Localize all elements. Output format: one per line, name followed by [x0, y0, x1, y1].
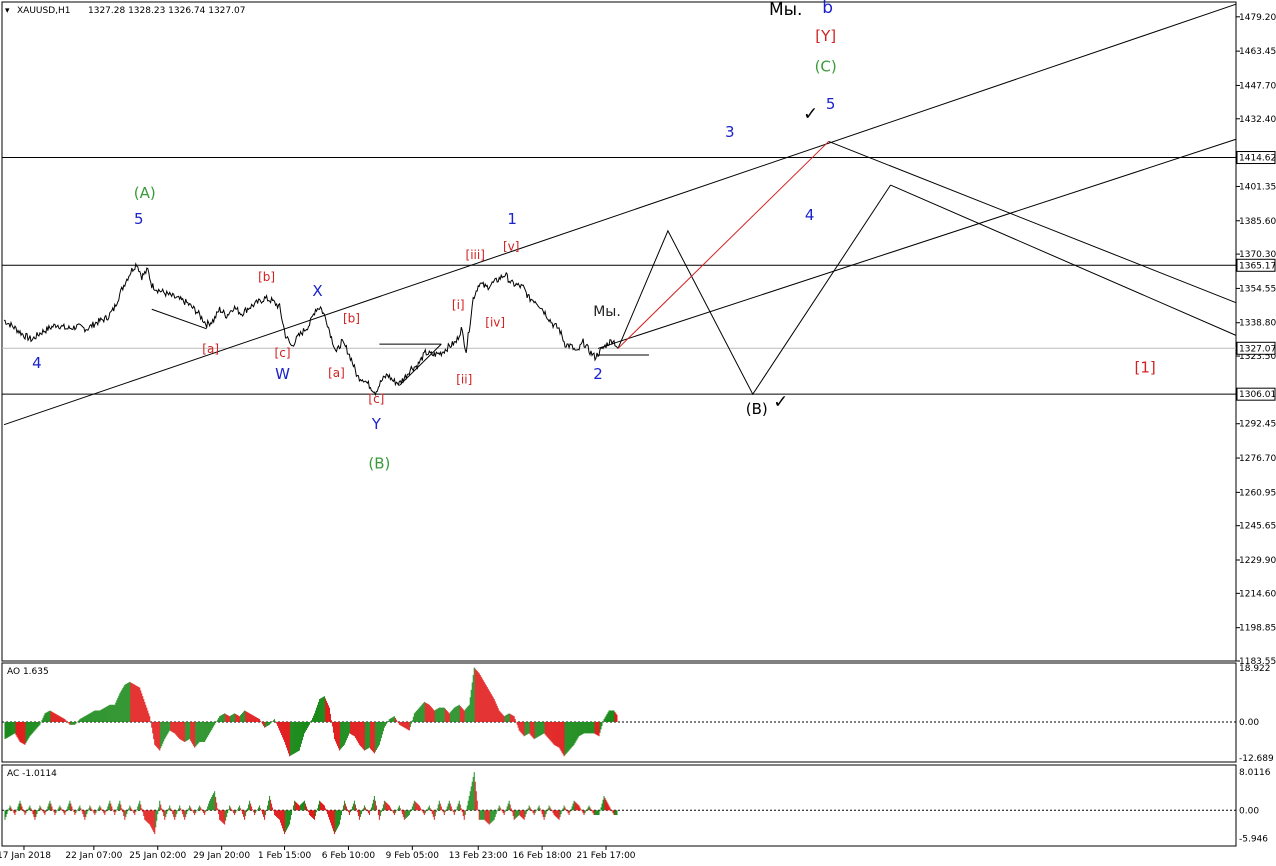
ao-title: AO 1.635: [7, 667, 49, 677]
ohlc-values: 1327.28 1328.23 1326.74 1327.07: [88, 6, 245, 16]
x-tick-label: 17 Jan 2018: [0, 851, 51, 861]
checkmark-icon: ✓: [803, 104, 818, 125]
trendline: [828, 140, 1237, 304]
wave-label: 4: [805, 206, 815, 224]
wave-label: 4: [32, 354, 42, 372]
ao-tick-label: 18.922: [1239, 664, 1271, 674]
wave-label: [iii]: [466, 248, 485, 262]
checkmark-icon: ✓: [773, 391, 788, 412]
x-tick-label: 1 Feb 15:00: [258, 851, 312, 861]
x-tick-label: 6 Feb 10:00: [322, 851, 376, 861]
level-price-label: 1306.01: [1239, 390, 1276, 400]
header-dropdown-icon[interactable]: ▾: [5, 6, 10, 16]
wave-label: [Y]: [815, 27, 836, 45]
wave-label: Мы.: [769, 0, 803, 20]
trendline: [890, 184, 1237, 336]
wave-label: (B): [368, 454, 390, 472]
y-tick-label: 1432.40: [1239, 115, 1276, 125]
main-panel-frame: [1, 1, 1237, 662]
y-tick-label: 1245.65: [1239, 522, 1276, 532]
y-tick-label: 1479.20: [1239, 13, 1276, 23]
x-tick-label: 21 Feb 17:00: [576, 851, 635, 861]
red-projection-line: [617, 141, 830, 349]
ao-panel-frame: [1, 662, 1237, 763]
wave-label: [ii]: [456, 372, 472, 386]
horizontal-levels: [2, 157, 1236, 395]
y-tick-label: 1338.80: [1239, 319, 1276, 329]
wave-label: [iv]: [485, 316, 505, 330]
y-tick-label: 1198.85: [1239, 624, 1276, 634]
wave-label: [b]: [258, 270, 275, 284]
ao-panel: AO 1.635 18.922 0.00 -12.689: [2, 664, 1274, 764]
y-tick-label: 1463.45: [1239, 47, 1276, 57]
y-tick-label: 1229.90: [1239, 556, 1276, 566]
y-tick-label: 1447.70: [1239, 81, 1276, 91]
ac-panel: AC -1.0114 8.0116 0.00 -5.946: [2, 768, 1271, 845]
y-tick-label: 1276.70: [1239, 454, 1276, 464]
wave-label: 5: [134, 210, 144, 228]
wave-label: [b]: [343, 311, 360, 325]
chart-canvas: Мы. b [Y] (C) 5 3 4 (A) 5 1 [v] [iii] [b] X [b] [i] [iv]…: [0, 0, 1276, 861]
trendline: [3, 3, 1237, 426]
wave-label: [v]: [503, 239, 519, 253]
y-tick-label: 1370.30: [1239, 250, 1276, 260]
wave-label: [a]: [202, 342, 219, 356]
x-tick-label: 13 Feb 23:00: [449, 851, 508, 861]
y-tick-label: 1385.60: [1239, 217, 1276, 227]
ao-tick-label: -12.689: [1239, 754, 1274, 764]
level-price-label: 1365.17: [1239, 261, 1276, 271]
wave-label: Y: [371, 415, 382, 433]
y-tick-label: 1354.55: [1239, 284, 1276, 294]
price-series: [3, 262, 619, 397]
ac-tick-label: -5.946: [1239, 835, 1268, 845]
y-tick-label: 1292.45: [1239, 420, 1276, 430]
time-axis: 17 Jan 2018 22 Jan 07:00 25 Jan 02:00 29 Ja…: [0, 846, 636, 861]
wave-label: b: [822, 0, 833, 18]
x-tick-label: 22 Jan 07:00: [65, 851, 122, 861]
ac-panel-frame: [1, 764, 1237, 847]
wave-label: Мы.: [593, 304, 621, 320]
wave-labels: Мы. b [Y] (C) 5 3 4 (A) 5 1 [v] [iii] [b] X [b] [i] [iv]…: [32, 0, 1156, 472]
x-tick-label: 29 Jan 20:00: [193, 851, 250, 861]
ao-tick-label: 0.00: [1239, 718, 1259, 728]
projection-path: [617, 184, 891, 396]
price-line: [3, 262, 619, 397]
trendline: [597, 138, 1237, 349]
wave-label: (C): [815, 58, 837, 76]
panel-frames: [1, 1, 1237, 847]
trendline: [399, 343, 442, 386]
wave-label: 1: [507, 210, 517, 228]
wave-label: [c]: [275, 346, 291, 360]
wave-label: 3: [725, 123, 735, 141]
ac-tick-label: 0.00: [1239, 806, 1259, 816]
wave-label: [c]: [368, 392, 384, 406]
x-tick-label: 25 Jan 02:00: [129, 851, 186, 861]
y-tick-label: 1214.60: [1239, 589, 1276, 599]
current-price-label: 1327.07: [1239, 344, 1276, 354]
wave-label: [1]: [1135, 358, 1156, 376]
symbol-label: XAUUSD,H1: [17, 6, 71, 16]
price-axis: 1479.20 1463.45 1447.70 1432.40 1401.35 1385.…: [1236, 13, 1276, 667]
wave-label: (A): [134, 184, 156, 202]
wave-label: 5: [826, 95, 836, 113]
wave-label: W: [275, 365, 290, 383]
trendlines: [3, 3, 1237, 426]
wave-label: X: [312, 282, 322, 300]
y-tick-label: 1260.95: [1239, 488, 1276, 498]
wave-label: (B): [746, 400, 768, 418]
y-tick-label: 1401.35: [1239, 182, 1276, 192]
ac-tick-label: 8.0116: [1239, 768, 1271, 778]
x-tick-label: 9 Feb 05:00: [386, 851, 440, 861]
x-tick-label: 16 Feb 18:00: [513, 851, 572, 861]
chart-header: ▾ XAUUSD,H1 1327.28 1328.23 1326.74 1327…: [5, 6, 245, 16]
wave-label: [a]: [328, 366, 345, 380]
wave-label: 2: [593, 365, 603, 383]
ac-title: AC -1.0114: [7, 769, 57, 779]
wave-label: [i]: [452, 298, 465, 312]
level-price-label: 1414.62: [1239, 154, 1276, 164]
